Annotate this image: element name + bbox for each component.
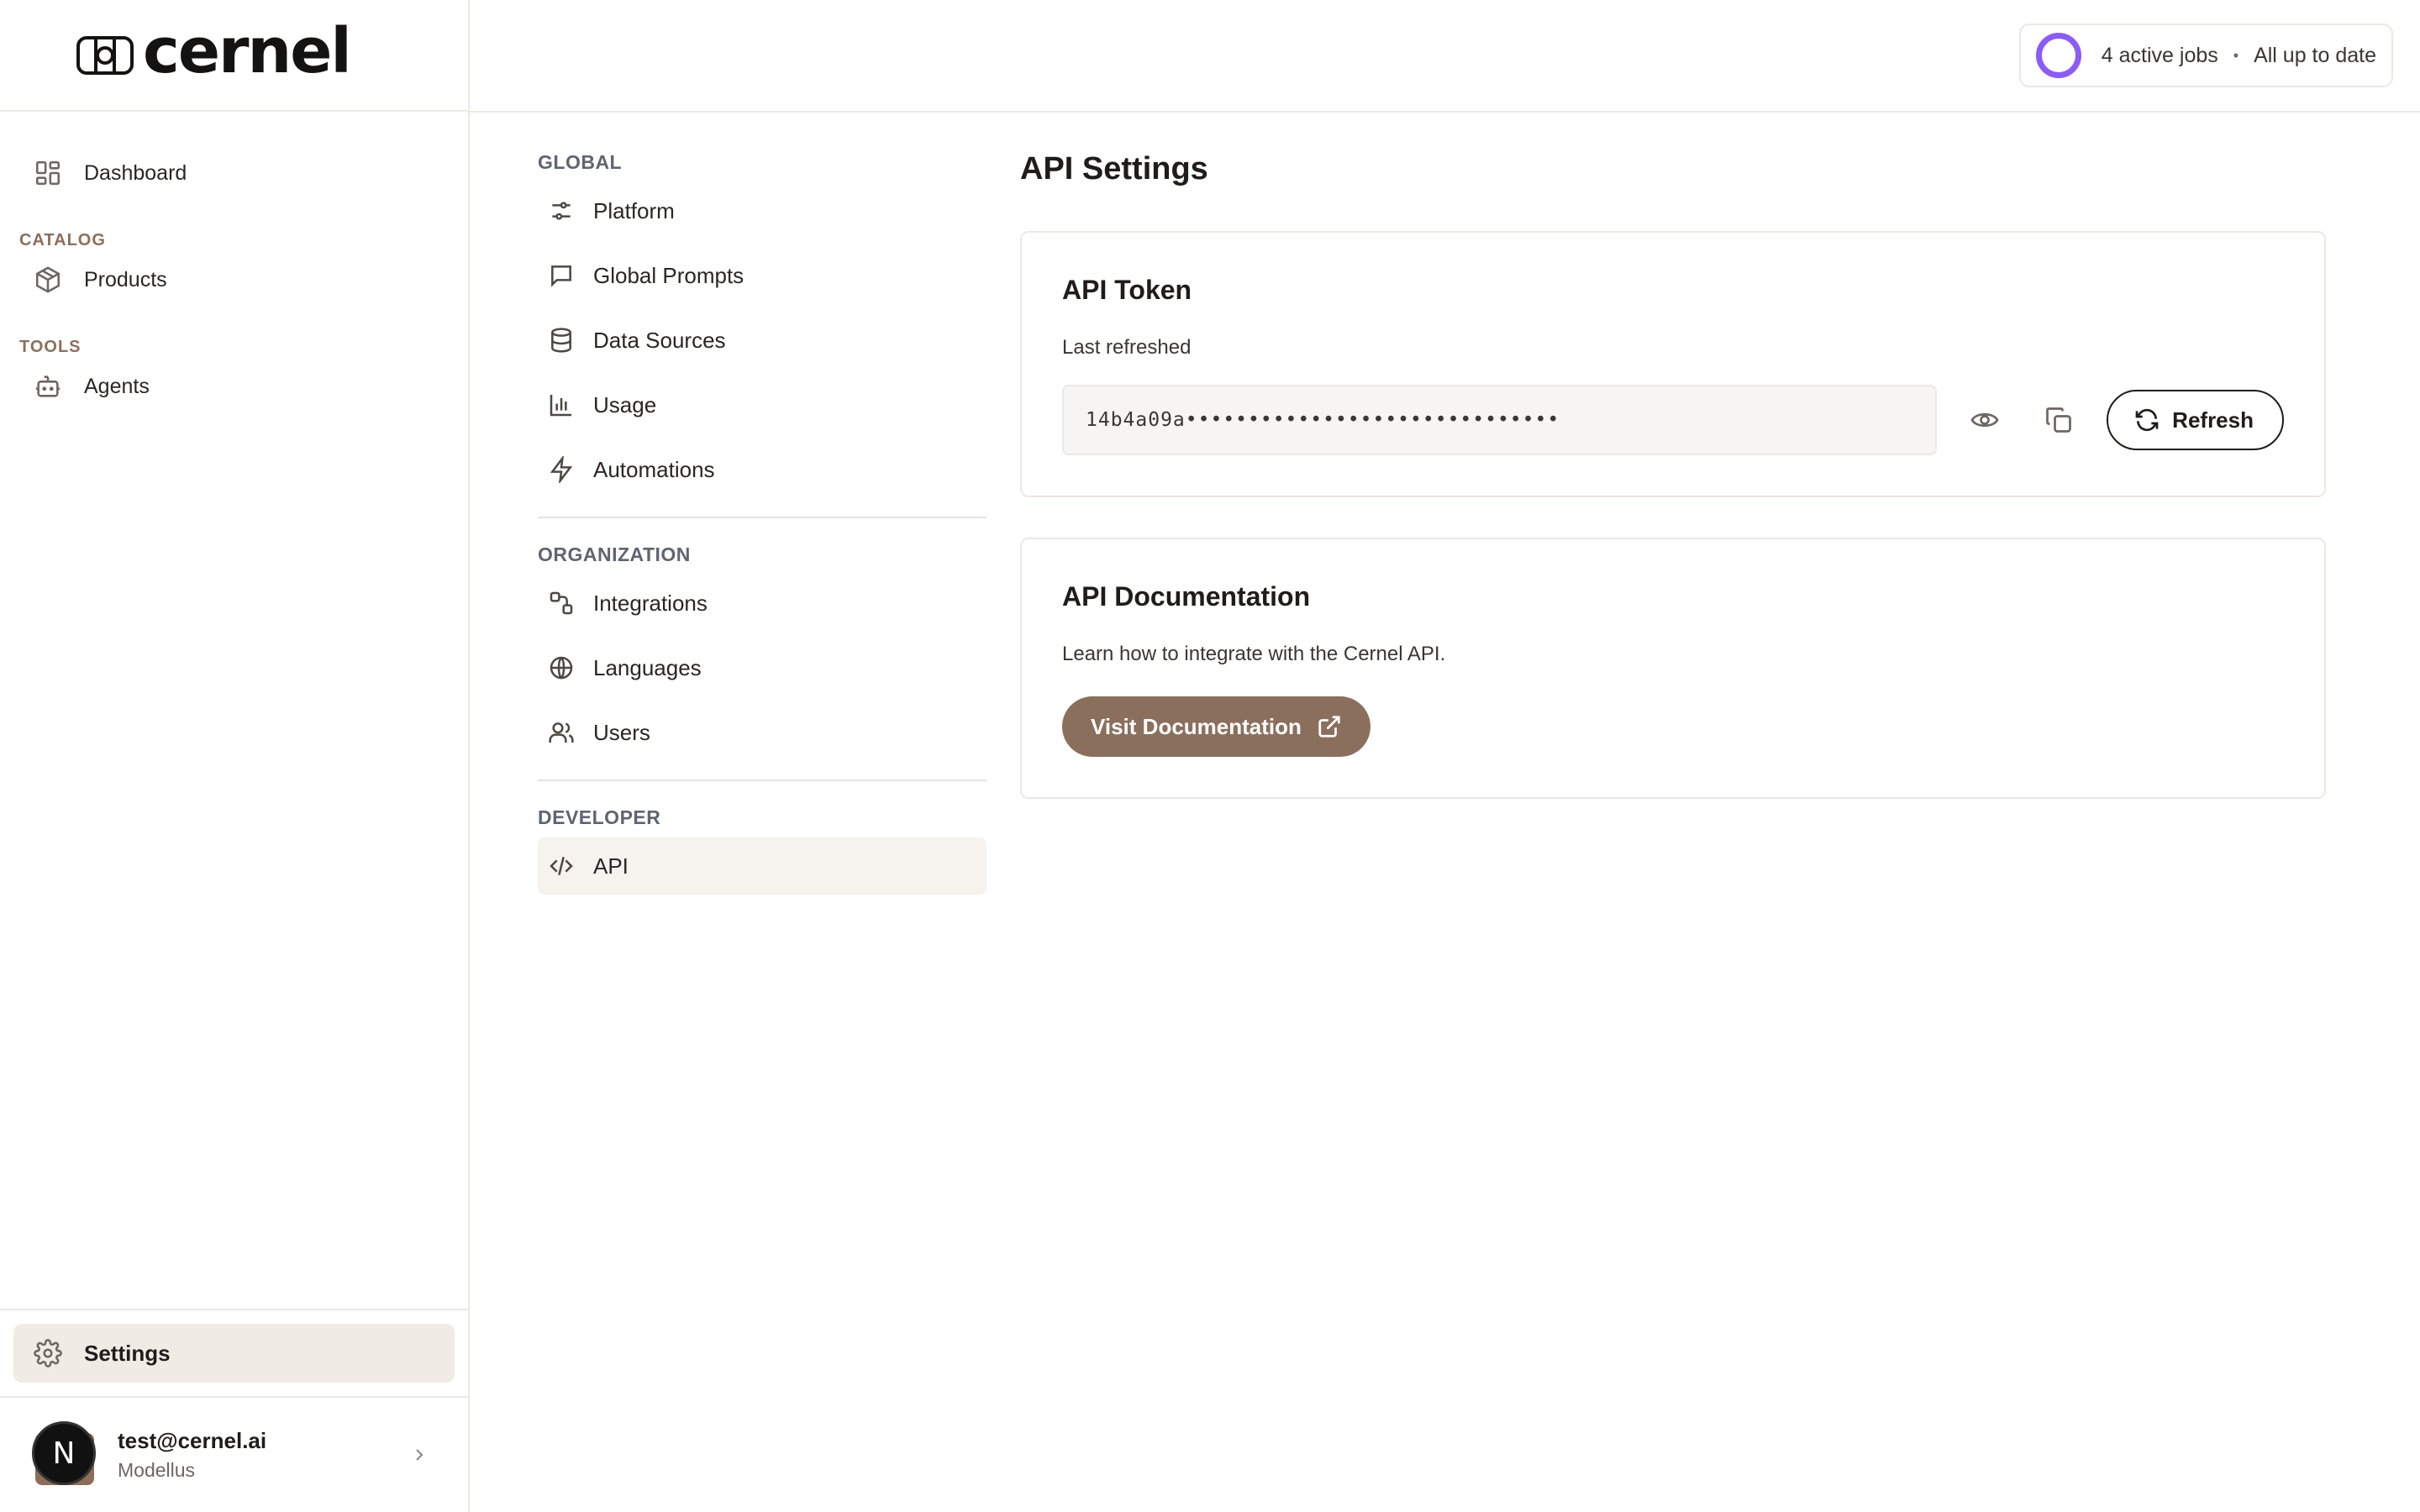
subnav-item-label: Integrations xyxy=(593,590,708,616)
subnav-section-organization: ORGANIZATION xyxy=(538,543,691,565)
copy-icon xyxy=(2045,407,2071,433)
sidebar-nav: Dashboard CATALOG Products TOOLS Agents xyxy=(0,112,468,414)
subnav-divider xyxy=(538,517,986,518)
box-icon xyxy=(35,266,60,293)
lightning-icon xyxy=(550,456,573,483)
sidebar-section-tools: TOOLS xyxy=(19,338,82,356)
subnav-item-label: Users xyxy=(593,719,650,745)
integrations-icon xyxy=(550,591,573,615)
chevron-right-icon xyxy=(416,1449,424,1461)
user-menu[interactable]: N test@cernel.ai Modellus xyxy=(0,1398,468,1512)
settings-subnav: GLOBAL Platform Global Prompts Data Sour… xyxy=(538,151,986,902)
visit-documentation-button[interactable]: Visit Documentation xyxy=(1062,696,1370,757)
subnav-item-label: Global Prompts xyxy=(593,262,744,288)
brand-name: cernel xyxy=(143,14,352,87)
card-title: API Documentation xyxy=(1062,581,1311,612)
last-refreshed-label: Last refreshed xyxy=(1062,336,1192,359)
active-jobs-text: 4 active jobs xyxy=(2101,43,2218,67)
logo[interactable]: cernel xyxy=(0,0,468,112)
user-organization: Modellus xyxy=(118,1459,196,1481)
message-square-icon xyxy=(551,265,571,287)
globe-icon xyxy=(550,656,573,680)
bar-chart-icon xyxy=(550,395,571,417)
api-documentation-card: API Documentation Learn how to integrate… xyxy=(1020,538,2326,799)
subnav-item-usage[interactable]: Usage xyxy=(538,376,986,433)
gear-icon xyxy=(34,1339,62,1368)
visit-documentation-label: Visit Documentation xyxy=(1091,713,1302,739)
bot-icon xyxy=(35,375,60,397)
subnav-divider xyxy=(538,780,986,781)
code-icon xyxy=(550,857,573,875)
show-token-button[interactable] xyxy=(1960,395,2010,445)
avatar-letter: N xyxy=(32,1421,96,1485)
app-root: cernel Dashboard CATALOG Products TOOLS xyxy=(0,0,2420,1512)
avatar: N xyxy=(32,1421,96,1488)
subnav-item-label: Usage xyxy=(593,391,657,417)
subnav-section-global: GLOBAL xyxy=(538,151,623,173)
settings-wrapper: Settings xyxy=(0,1309,468,1398)
refresh-icon xyxy=(2135,408,2159,432)
user-email: test@cernel.ai xyxy=(118,1428,267,1453)
subnav-item-label: Automations xyxy=(593,456,715,482)
eye-icon xyxy=(1970,412,1999,428)
subnav-section-developer: DEVELOPER xyxy=(538,806,661,828)
subnav-item-data-sources[interactable]: Data Sources xyxy=(538,312,986,369)
refresh-token-button[interactable]: Refresh xyxy=(2107,390,2284,450)
subnav-item-platform[interactable]: Platform xyxy=(538,182,986,239)
subnav-item-label: Data Sources xyxy=(593,327,726,353)
subnav-item-users[interactable]: Users xyxy=(538,704,986,761)
database-icon xyxy=(551,328,571,353)
dashboard-icon xyxy=(35,160,60,186)
separator-dot: • xyxy=(2233,46,2239,64)
sidebar-item-label: Dashboard xyxy=(84,160,187,185)
sidebar-item-label: Products xyxy=(84,267,167,291)
sidebar-item-label: Settings xyxy=(84,1340,171,1366)
sidebar-bottom: Settings N test@cernel.ai Modellus xyxy=(0,1309,468,1512)
jobs-status[interactable]: 4 active jobs • All up to date xyxy=(2018,24,2393,87)
subnav-item-integrations[interactable]: Integrations xyxy=(538,575,986,632)
api-token-card: API Token Last refreshed 14b4a09a•••••••… xyxy=(1020,231,2326,497)
sliders-icon xyxy=(552,202,571,220)
api-token-field[interactable]: 14b4a09a•••••••••••••••••••••••••••••• xyxy=(1062,385,1937,455)
page-title: API Settings xyxy=(1020,151,1208,186)
sidebar-item-dashboard[interactable]: Dashboard xyxy=(0,145,468,201)
subnav-item-global-prompts[interactable]: Global Prompts xyxy=(538,247,986,304)
sidebar-item-products[interactable]: Products xyxy=(0,252,468,307)
external-link-icon xyxy=(1318,716,1340,738)
logo-mark-icon xyxy=(76,35,134,75)
subnav-item-label: API xyxy=(593,853,629,879)
main-content: API Settings API Token Last refreshed 14… xyxy=(1020,151,2326,839)
users-icon xyxy=(549,722,574,743)
documentation-description: Learn how to integrate with the Cernel A… xyxy=(1062,643,1446,665)
status-text: All up to date xyxy=(2254,43,2376,67)
token-row: 14b4a09a•••••••••••••••••••••••••••••• R xyxy=(1062,385,2284,455)
user-info: test@cernel.ai Modellus xyxy=(118,1428,266,1482)
subnav-item-api[interactable]: API xyxy=(538,837,986,895)
sidebar-section-catalog: CATALOG xyxy=(19,231,106,249)
topbar: 4 active jobs • All up to date xyxy=(470,0,2420,113)
sidebar-item-agents[interactable]: Agents xyxy=(0,359,468,414)
card-title: API Token xyxy=(1062,275,1192,305)
subnav-item-languages[interactable]: Languages xyxy=(538,639,986,696)
subnav-item-label: Languages xyxy=(593,654,702,680)
sidebar-item-label: Agents xyxy=(84,374,150,398)
subnav-item-label: Platform xyxy=(593,197,675,223)
sidebar: cernel Dashboard CATALOG Products TOOLS xyxy=(0,0,470,1512)
jobs-ring-icon xyxy=(2035,33,2081,78)
copy-token-button[interactable] xyxy=(2033,395,2083,445)
refresh-button-label: Refresh xyxy=(2172,407,2254,433)
subnav-item-automations[interactable]: Automations xyxy=(538,441,986,498)
sidebar-item-settings[interactable]: Settings xyxy=(13,1324,455,1383)
